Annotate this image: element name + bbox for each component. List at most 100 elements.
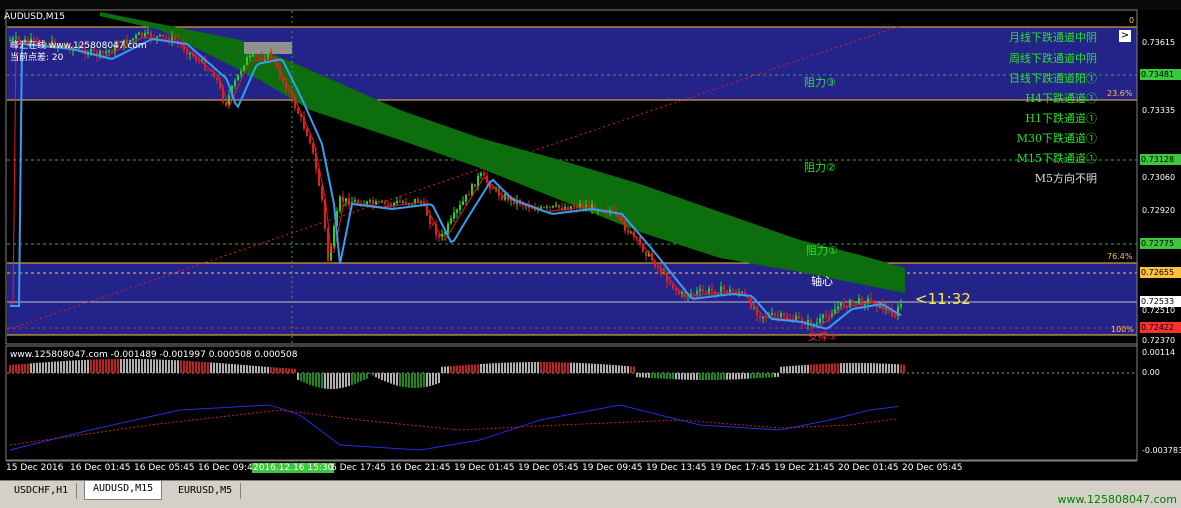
candle-body [558, 204, 560, 208]
histogram-bar [741, 373, 743, 380]
histogram-bar [801, 365, 803, 373]
histogram-bar [633, 366, 635, 373]
histogram-bar [783, 366, 785, 373]
chart-shift-button[interactable]: > [1119, 30, 1131, 42]
histogram-bar [123, 359, 125, 373]
histogram-bar [828, 363, 830, 373]
candle-body [306, 128, 308, 137]
candle-body [795, 315, 797, 320]
histogram-bar [357, 373, 359, 383]
tab-eurusd[interactable]: EURUSD,M5 [170, 483, 242, 499]
time-label: 19 Dec 21:45 [774, 463, 835, 473]
histogram-bar [663, 373, 665, 379]
candle-body [555, 204, 557, 206]
candle-body [372, 200, 374, 205]
histogram-bar [309, 373, 311, 385]
candle-body [393, 202, 395, 206]
histogram-bar [858, 363, 860, 373]
histogram-bar [438, 373, 440, 384]
histogram-bar [672, 373, 674, 380]
histogram-bar [303, 373, 305, 383]
histogram-bar [72, 360, 74, 373]
histogram-bar [330, 373, 332, 389]
histogram-bar [360, 373, 362, 382]
histogram-bar [171, 360, 173, 373]
chart-canvas[interactable] [0, 0, 1181, 480]
candle-body [252, 54, 254, 57]
histogram-bar [174, 360, 176, 373]
histogram-bar [45, 362, 47, 373]
histogram-bar [504, 362, 506, 373]
channel-m5: M5方向不明 [1034, 172, 1097, 185]
fib-0-label: 0 [1129, 16, 1135, 25]
channel-h4: H4下跌通道① [1025, 92, 1097, 105]
resistance3-label: 阻力③ [804, 76, 836, 89]
candle-body [432, 223, 434, 225]
histogram-bar [588, 363, 590, 373]
candle-body [483, 172, 485, 176]
histogram-bar [897, 364, 899, 373]
histogram-bar [81, 360, 83, 373]
histogram-bar [522, 362, 524, 373]
histogram-bar [216, 362, 218, 373]
histogram-bar [729, 373, 731, 380]
histogram-bar [552, 362, 554, 373]
histogram-bar [231, 364, 233, 373]
candle-body [381, 201, 383, 203]
candle-body [147, 32, 149, 34]
histogram-bar [474, 364, 476, 373]
histogram-bar [882, 363, 884, 373]
candle-body [288, 90, 290, 92]
histogram-bar [252, 365, 254, 373]
histogram-bar [225, 363, 227, 373]
histogram-bar [207, 362, 209, 373]
histogram-bar [822, 363, 824, 373]
candle-body [552, 205, 554, 208]
histogram-bar [825, 363, 827, 373]
histogram-bar [429, 373, 431, 386]
histogram-bar [345, 373, 347, 387]
tab-audusd[interactable]: AUDUSD,M15 [84, 481, 163, 500]
histogram-bar [843, 363, 845, 373]
histogram-bar [267, 366, 269, 373]
candle-body [399, 200, 401, 203]
tab-usdchf[interactable]: USDCHF,H1 [6, 483, 78, 499]
candle-body [396, 200, 398, 203]
footer-site-link[interactable]: www.125808047.com [1058, 493, 1177, 506]
histogram-bar [765, 373, 767, 378]
histogram-bar [702, 373, 704, 380]
histogram-bar [681, 373, 683, 380]
histogram-bar [612, 364, 614, 373]
histogram-bar [333, 373, 335, 389]
histogram-bar [9, 365, 11, 373]
price-tag: 0.72775 [1140, 238, 1181, 249]
histogram-bar [468, 364, 470, 373]
histogram-bar [147, 359, 149, 373]
fib-100-label: 100% [1111, 325, 1134, 334]
histogram-bar [489, 363, 491, 373]
histogram-bar [708, 373, 710, 380]
histogram-bar [768, 373, 770, 378]
candle-body [462, 201, 464, 205]
histogram-bar [864, 363, 866, 373]
histogram-bar [435, 373, 437, 385]
crosshair-time-label: 2016.12.16 15:30 [252, 463, 335, 473]
candle-body [732, 289, 734, 292]
candle-body [375, 201, 377, 205]
histogram-bar [549, 362, 551, 373]
candle-body [459, 204, 461, 210]
candle-body [378, 201, 380, 203]
histogram-bar [693, 373, 695, 380]
candle-body [339, 196, 341, 212]
ea-spread-value: 20 [51, 53, 64, 63]
histogram-bar [846, 363, 848, 373]
histogram-bar [378, 373, 380, 379]
histogram-bar [747, 373, 749, 379]
histogram-bar [201, 361, 203, 373]
price-tag: 0.73128 [1140, 154, 1181, 165]
histogram-bar [645, 373, 647, 378]
candle-body [246, 57, 248, 66]
histogram-bar [543, 362, 545, 373]
histogram-bar [156, 359, 158, 373]
histogram-bar [891, 363, 893, 373]
